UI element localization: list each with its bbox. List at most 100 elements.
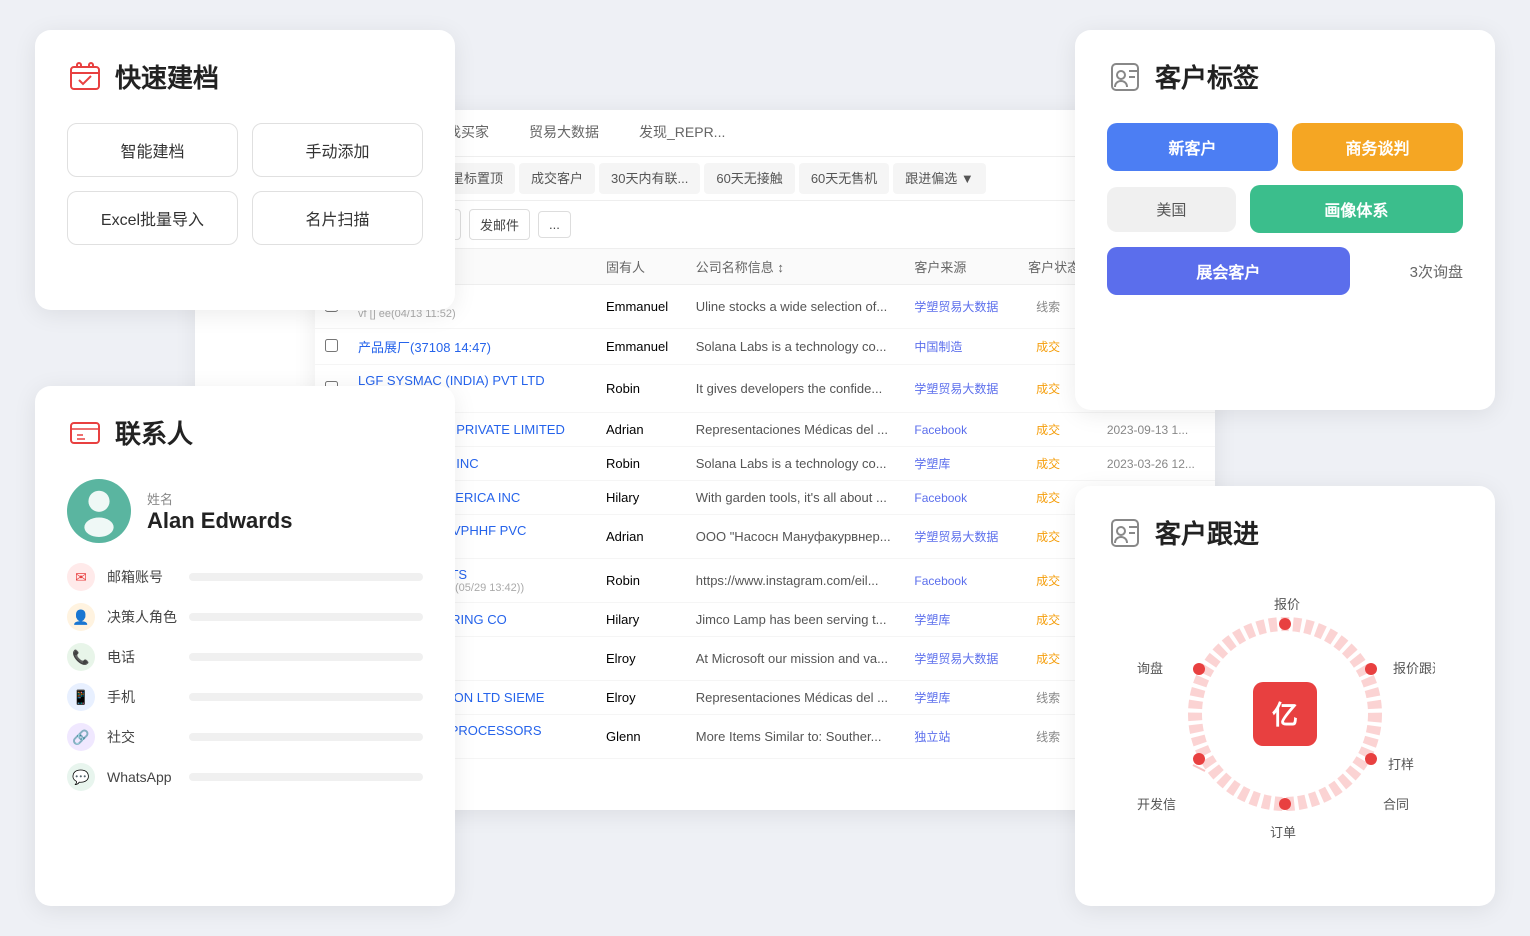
row-owner-10: Elroy bbox=[596, 681, 686, 715]
row-source-2: 学塑贸易大数据 bbox=[904, 365, 1018, 413]
quick-archive-title-text: 快速建档 bbox=[115, 58, 219, 95]
follow-svg: 亿 报价 报价跟进 打样 合同 订单 开发信 询盘 bbox=[1135, 579, 1435, 849]
row-status-3: 成交 bbox=[1018, 413, 1097, 447]
subtab-60nocontact[interactable]: 60天无接触 bbox=[704, 163, 794, 194]
field-whatsapp: 💬 WhatsApp bbox=[67, 763, 423, 791]
svg-text:询盘: 询盘 bbox=[1137, 661, 1163, 676]
mobile-value bbox=[189, 693, 423, 701]
main-container: ◈ 卜属 ✉ 孚盟邮 🛍 商品 › ⊙ 发现 客户管理 找买家 贸易大数据 发现… bbox=[35, 30, 1495, 906]
checkbox-1[interactable] bbox=[325, 339, 338, 352]
btn-excel-import[interactable]: Excel批量导入 bbox=[67, 191, 238, 245]
customer-follow-title: 客户跟进 bbox=[1107, 514, 1463, 551]
tags-row-1: 新客户 商务谈判 bbox=[1107, 123, 1463, 171]
role-value bbox=[189, 613, 423, 621]
tag-inquiry-count: 3次询盘 bbox=[1364, 261, 1463, 282]
mobile-icon: 📱 bbox=[67, 683, 95, 711]
row-source-8: 学塑库 bbox=[904, 603, 1018, 637]
company-name-1[interactable]: 产品展厂(37108 14:47) bbox=[358, 337, 586, 356]
row-owner-7: Robin bbox=[596, 559, 686, 603]
whatsapp-icon: 💬 bbox=[67, 763, 95, 791]
row-owner-6: Adrian bbox=[596, 515, 686, 559]
contact-name: Alan Edwards bbox=[147, 508, 292, 534]
row-owner-5: Hilary bbox=[596, 481, 686, 515]
row-source-5: Facebook bbox=[904, 481, 1018, 515]
row-source-11: 独立站 bbox=[904, 715, 1018, 759]
row-owner-9: Elroy bbox=[596, 637, 686, 681]
phone-value bbox=[189, 653, 423, 661]
row-desc-3: Representaciones Médicas del ... bbox=[686, 413, 905, 447]
svg-text:打样: 打样 bbox=[1388, 757, 1414, 772]
col-owner: 固有人 bbox=[596, 249, 686, 285]
row-source-10: 学塑库 bbox=[904, 681, 1018, 715]
field-role: 👤 决策人角色 bbox=[67, 603, 423, 631]
tag-exhibition[interactable]: 展会客户 bbox=[1107, 247, 1350, 295]
row-desc-2: It gives developers the confide... bbox=[686, 365, 905, 413]
customer-tags-card: 客户标签 新客户 商务谈判 美国 画像体系 展会客户 3次询盘 bbox=[1075, 30, 1495, 410]
customer-follow-title-text: 客户跟进 bbox=[1155, 514, 1259, 551]
row-desc-10: Representaciones Médicas del ... bbox=[686, 681, 905, 715]
row-source-4: 学塑库 bbox=[904, 447, 1018, 481]
subtab-followup[interactable]: 跟进偏选 ▼ bbox=[893, 163, 985, 194]
row-source-0: 学塑贸易大数据 bbox=[904, 285, 1018, 329]
subtab-deal[interactable]: 成交客户 bbox=[519, 163, 595, 194]
tag-usa[interactable]: 美国 bbox=[1107, 187, 1236, 232]
phone-label: 电话 bbox=[107, 647, 177, 667]
row-owner-1: Emmanuel bbox=[596, 329, 686, 365]
row-source-3: Facebook bbox=[904, 413, 1018, 447]
row-desc-1: Solana Labs is a technology co... bbox=[686, 329, 905, 365]
svg-text:报价跟进: 报价跟进 bbox=[1393, 661, 1435, 676]
email-label: 邮箱账号 bbox=[107, 567, 177, 587]
customer-follow-card: 客户跟进 亿 报价 报价跟进 打样 bbox=[1075, 486, 1495, 906]
contact-title-text: 联系人 bbox=[115, 414, 193, 451]
row-desc-12: Amarjothi Spinning Mills Ltd. Ab... bbox=[686, 759, 905, 770]
btn-manual-add[interactable]: 手动添加 bbox=[252, 123, 423, 177]
row-owner-3: Adrian bbox=[596, 413, 686, 447]
row-company-1: 产品展厂(37108 14:47) bbox=[348, 329, 596, 365]
row-desc-11: More Items Similar to: Souther... bbox=[686, 715, 905, 759]
contact-fields: ✉ 邮箱账号 👤 决策人角色 📞 电话 📱 手机 🔗 社交 bbox=[67, 563, 423, 791]
tag-business-negotiation[interactable]: 商务谈判 bbox=[1292, 123, 1463, 171]
toolbar-more[interactable]: ... bbox=[538, 211, 571, 238]
row-owner-2: Robin bbox=[596, 365, 686, 413]
btn-grid: 智能建档 手动添加 Excel批量导入 名片扫描 bbox=[67, 123, 423, 245]
tag-new-customer[interactable]: 新客户 bbox=[1107, 123, 1278, 171]
btn-card-scan[interactable]: 名片扫描 bbox=[252, 191, 423, 245]
row-source-1: 中国制造 bbox=[904, 329, 1018, 365]
customer-tags-icon bbox=[1107, 59, 1143, 95]
row-desc-6: ООО "Насосн Мануфакурвнер... bbox=[686, 515, 905, 559]
tab-trade-data[interactable]: 贸易大数据 bbox=[509, 110, 619, 156]
row-desc-8: Jimco Lamp has been serving t... bbox=[686, 603, 905, 637]
row-source-6: 学塑贸易大数据 bbox=[904, 515, 1018, 559]
contact-name-label: 姓名 bbox=[147, 489, 292, 508]
toolbar-email[interactable]: 发邮件 bbox=[469, 209, 530, 240]
tag-portrait-system[interactable]: 画像体系 bbox=[1250, 185, 1463, 233]
tab-discover[interactable]: 发现_REPR... bbox=[619, 110, 745, 156]
follow-chart: 亿 报价 报价跟进 打样 合同 订单 开发信 询盘 bbox=[1135, 579, 1435, 859]
svg-text:开发信: 开发信 bbox=[1137, 797, 1176, 812]
contact-title: 联系人 bbox=[67, 414, 423, 451]
phone-icon: 📞 bbox=[67, 643, 95, 671]
row-source-9: 学塑贸易大数据 bbox=[904, 637, 1018, 681]
svg-text:合同: 合同 bbox=[1383, 797, 1409, 812]
subtab-30days[interactable]: 30天内有联... bbox=[599, 163, 700, 194]
social-value bbox=[189, 733, 423, 741]
row-desc-5: With garden tools, it's all about ... bbox=[686, 481, 905, 515]
contact-card: 联系人 姓名 Alan Edwards ✉ 邮箱账号 👤 决策人角 bbox=[35, 386, 455, 906]
row-status-4: 成交 bbox=[1018, 447, 1097, 481]
customer-tags-title-text: 客户标签 bbox=[1155, 58, 1259, 95]
svg-text:订单: 订单 bbox=[1270, 825, 1296, 840]
subtab-60nomachine[interactable]: 60天无售机 bbox=[799, 163, 889, 194]
row-checkbox-1[interactable] bbox=[315, 329, 348, 365]
row-owner-8: Hilary bbox=[596, 603, 686, 637]
social-icon: 🔗 bbox=[67, 723, 95, 751]
role-label: 决策人角色 bbox=[107, 607, 177, 627]
quick-archive-card: 快速建档 智能建档 手动添加 Excel批量导入 名片扫描 bbox=[35, 30, 455, 310]
tags-row-3: 展会客户 3次询盘 bbox=[1107, 247, 1463, 295]
email-value bbox=[189, 573, 423, 581]
row-desc-4: Solana Labs is a technology co... bbox=[686, 447, 905, 481]
customer-tags-title: 客户标签 bbox=[1107, 58, 1463, 95]
row-source-12: 独立站 bbox=[904, 759, 1018, 770]
btn-smart-archive[interactable]: 智能建档 bbox=[67, 123, 238, 177]
social-label: 社交 bbox=[107, 727, 177, 747]
contact-icon bbox=[67, 415, 103, 451]
